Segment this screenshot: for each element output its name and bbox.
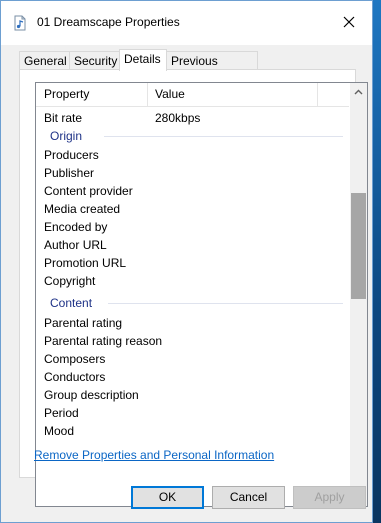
tab-previous-versions[interactable]: Previous Versions: [166, 51, 258, 86]
details-list[interactable]: Property Value Bit rate 280kbps Origin P…: [35, 82, 368, 507]
column-separator[interactable]: [317, 83, 318, 106]
divider: [108, 303, 343, 304]
list-item[interactable]: Promotion URL: [44, 254, 126, 272]
list-item[interactable]: Period: [44, 404, 79, 422]
group-heading-origin: Origin: [44, 127, 349, 145]
list-item[interactable]: Content provider: [44, 182, 133, 200]
audio-file-icon: [12, 15, 28, 31]
list-item[interactable]: Media created: [44, 200, 120, 218]
list-rows: Bit rate 280kbps Origin Producers Publis…: [36, 107, 349, 506]
properties-dialog: 01 Dreamscape Properties General Securit…: [0, 0, 373, 523]
close-button[interactable]: [326, 1, 372, 45]
vertical-scrollbar[interactable]: [350, 83, 367, 506]
group-heading-content: Content: [44, 294, 349, 312]
list-item[interactable]: Parental rating reason: [44, 332, 162, 350]
remove-properties-link[interactable]: Remove Properties and Personal Informati…: [34, 448, 274, 462]
property-name: Bit rate: [44, 111, 83, 125]
cancel-button[interactable]: Cancel: [212, 486, 285, 509]
window-title: 01 Dreamscape Properties: [37, 15, 180, 29]
apply-button[interactable]: Apply: [293, 486, 366, 509]
list-item[interactable]: Encoded by: [44, 218, 107, 236]
list-header: Property Value: [36, 83, 349, 107]
list-item[interactable]: Composers: [44, 350, 105, 368]
list-item[interactable]: Bit rate 280kbps: [44, 109, 200, 127]
column-header-value[interactable]: Value: [155, 83, 185, 106]
list-item[interactable]: Publisher: [44, 164, 94, 182]
group-label: Content: [50, 296, 93, 310]
list-item[interactable]: Producers: [44, 146, 99, 164]
details-panel: Property Value Bit rate 280kbps Origin P…: [19, 69, 368, 507]
list-item[interactable]: Conductors: [44, 368, 105, 386]
group-label: Origin: [50, 129, 83, 143]
scroll-up-button[interactable]: [350, 83, 367, 100]
title-bar[interactable]: 01 Dreamscape Properties: [1, 1, 372, 45]
ok-button[interactable]: OK: [131, 486, 204, 509]
close-icon: [343, 16, 355, 31]
list-item[interactable]: Copyright: [44, 272, 95, 290]
column-separator[interactable]: [147, 83, 148, 106]
tab-general[interactable]: General: [19, 51, 70, 70]
scrollbar-thumb[interactable]: [351, 193, 366, 299]
divider: [104, 136, 343, 137]
list-item[interactable]: Parental rating: [44, 314, 122, 332]
column-header-property[interactable]: Property: [44, 83, 89, 106]
property-value: 280kbps: [155, 111, 201, 125]
list-item[interactable]: Author URL: [44, 236, 107, 254]
list-item[interactable]: Mood: [44, 422, 74, 440]
desktop-background-right: [373, 0, 381, 523]
tab-security[interactable]: Security: [69, 51, 120, 70]
list-item[interactable]: Group description: [44, 386, 139, 404]
chevron-up-icon: [354, 85, 363, 98]
tab-details[interactable]: Details: [119, 49, 167, 71]
